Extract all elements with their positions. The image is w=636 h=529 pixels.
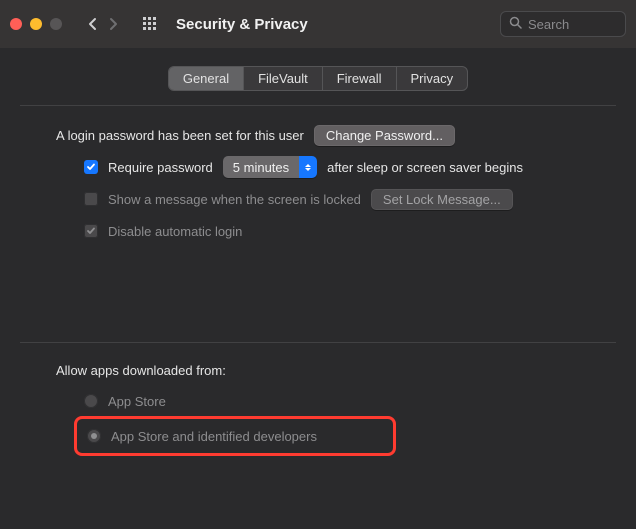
tabs-row: General FileVault Firewall Privacy bbox=[20, 66, 616, 91]
after-sleep-label: after sleep or screen saver begins bbox=[327, 160, 523, 175]
forward-button[interactable] bbox=[106, 17, 120, 31]
require-password-delay-select[interactable]: 5 minutes bbox=[223, 156, 317, 178]
show-message-checkbox[interactable] bbox=[84, 192, 98, 206]
gatekeeper-identified-row: App Store and identified developers bbox=[87, 425, 383, 447]
gatekeeper-appstore-radio[interactable] bbox=[84, 394, 98, 408]
require-password-delay-value: 5 minutes bbox=[223, 156, 299, 178]
window-title: Security & Privacy bbox=[176, 16, 308, 33]
search-field[interactable] bbox=[500, 11, 626, 37]
close-window-button[interactable] bbox=[10, 18, 22, 30]
window-controls bbox=[10, 18, 62, 30]
search-input[interactable] bbox=[528, 17, 608, 32]
gatekeeper-appstore-label: App Store bbox=[108, 394, 166, 409]
tab-general[interactable]: General bbox=[169, 67, 244, 90]
search-icon bbox=[509, 16, 522, 32]
back-button[interactable] bbox=[86, 17, 100, 31]
gatekeeper-identified-label: App Store and identified developers bbox=[111, 429, 317, 444]
disable-auto-login-checkbox[interactable] bbox=[84, 224, 98, 238]
tab-privacy[interactable]: Privacy bbox=[397, 67, 468, 90]
minimize-window-button[interactable] bbox=[30, 18, 42, 30]
gatekeeper-identified-radio[interactable] bbox=[87, 429, 101, 443]
show-message-label: Show a message when the screen is locked bbox=[108, 192, 361, 207]
zoom-window-button[interactable] bbox=[50, 18, 62, 30]
divider bbox=[20, 342, 616, 343]
require-password-checkbox[interactable] bbox=[84, 160, 98, 174]
require-password-label: Require password bbox=[108, 160, 213, 175]
show-all-prefs-icon[interactable] bbox=[142, 16, 158, 32]
nav-arrows bbox=[86, 17, 120, 31]
password-set-label: A login password has been set for this u… bbox=[56, 128, 304, 143]
set-lock-message-button[interactable]: Set Lock Message... bbox=[371, 189, 513, 210]
gatekeeper-section-label: Allow apps downloaded from: bbox=[56, 363, 580, 378]
require-password-row: Require password 5 minutes after sleep o… bbox=[56, 156, 580, 178]
tab-group: General FileVault Firewall Privacy bbox=[168, 66, 468, 91]
disable-auto-login-label: Disable automatic login bbox=[108, 224, 242, 239]
titlebar: Security & Privacy bbox=[0, 0, 636, 48]
content: General FileVault Firewall Privacy A log… bbox=[0, 48, 636, 456]
gatekeeper-identified-highlight: App Store and identified developers bbox=[74, 416, 396, 456]
tab-filevault[interactable]: FileVault bbox=[244, 67, 323, 90]
stepper-icon bbox=[299, 156, 317, 178]
password-set-row: A login password has been set for this u… bbox=[56, 124, 580, 146]
disable-auto-login-row: Disable automatic login bbox=[56, 220, 580, 242]
show-message-row: Show a message when the screen is locked… bbox=[56, 188, 580, 210]
general-panel: A login password has been set for this u… bbox=[20, 105, 616, 456]
gatekeeper-appstore-row: App Store bbox=[56, 390, 580, 412]
tab-firewall[interactable]: Firewall bbox=[323, 67, 397, 90]
change-password-button[interactable]: Change Password... bbox=[314, 125, 455, 146]
